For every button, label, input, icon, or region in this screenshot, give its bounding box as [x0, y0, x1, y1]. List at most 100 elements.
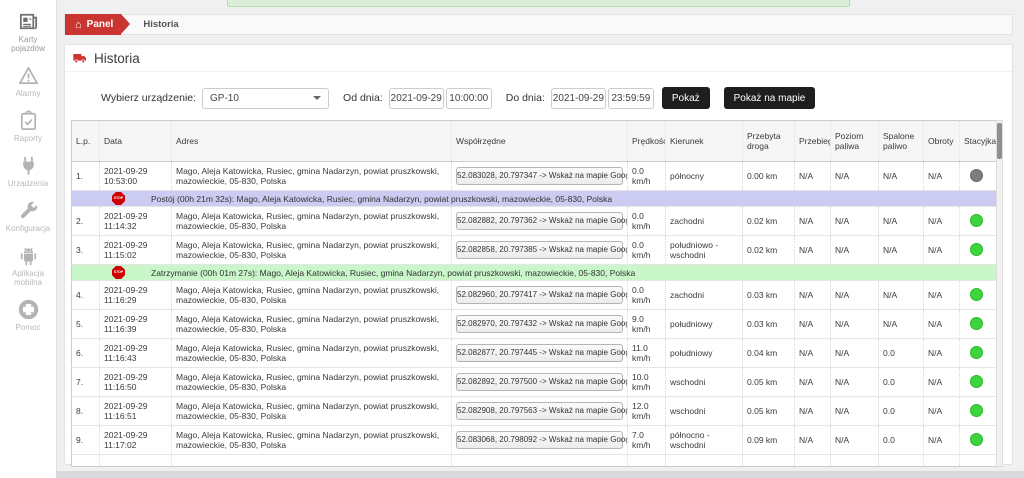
coords-map-button[interactable]: 52.082908, 20.797563 -> Wskaż na mapie G… — [456, 402, 623, 420]
column-header: Kierunek — [666, 121, 743, 162]
cell-ignition — [960, 207, 997, 236]
cell-ignition — [960, 426, 997, 455]
cell-fuel-level: N/A — [831, 339, 879, 368]
coords-map-button[interactable]: 52.082882, 20.797362 -> Wskaż na mapie G… — [456, 212, 623, 230]
cell-mileage: N/A — [795, 281, 831, 310]
cell-ignition — [960, 368, 997, 397]
history-table: L.p.DataAdresWspółrzędnePrędkośćKierunek… — [71, 120, 997, 467]
coords-map-button[interactable]: 52.083068, 20.798092 -> Wskaż na mapie G… — [456, 431, 623, 449]
from-date-input[interactable]: 2021-09-29 — [389, 88, 444, 109]
event-text: Postój (00h 21m 32s): Mago, Aleja Katowi… — [151, 194, 612, 204]
cell-coordinates: 52.082960, 20.797417 -> Wskaż na mapie G… — [452, 281, 628, 310]
from-time-input[interactable]: 10:00:00 — [446, 88, 492, 109]
table-row: 2.2021-09-29 11:14:32Mago, Aleja Katowic… — [72, 207, 997, 236]
cell-coordinates: 52.082882, 20.797362 -> Wskaż na mapie G… — [452, 207, 628, 236]
cell-date: 2021-09-29 11:17:02 — [100, 426, 172, 455]
event-text: Zatrzymanie (00h 01m 27s): Mago, Aleja K… — [151, 268, 635, 278]
coords-map-button[interactable]: 52.082858, 20.797385 -> Wskaż na mapie G… — [456, 241, 623, 259]
cell-address: Mago, Aleja Katowicka, Rusiec, gmina Nad… — [172, 397, 452, 426]
sidebar-item-mobile-app[interactable]: Aplikacja mobilna — [0, 244, 56, 287]
breadcrumb-panel-link[interactable]: ⌂ Panel — [65, 14, 121, 35]
sidebar-item-label: Urządzenia — [2, 179, 54, 188]
table-scrollbar[interactable] — [996, 120, 1003, 467]
ignition-status-dot — [970, 433, 983, 446]
cell-rpm: N/A — [924, 162, 960, 191]
cell-rpm: N/A — [924, 426, 960, 455]
cell-distance: 0.05 km — [743, 368, 795, 397]
cell-fuel-level: N/A — [831, 426, 879, 455]
cell-fuel-level: N/A — [831, 310, 879, 339]
event-cell: STOP Postój (00h 21m 32s): Mago, Aleja Ka… — [72, 191, 997, 207]
coords-map-button[interactable]: 52.082970, 20.797432 -> Wskaż na mapie G… — [456, 315, 623, 333]
cell-rpm: N/A — [924, 207, 960, 236]
cell-fuel-level: N/A — [831, 397, 879, 426]
table-row: 7.2021-09-29 11:16:50Mago, Aleja Katowic… — [72, 368, 997, 397]
cell-coordinates: 52.083028, 20.797347 -> Wskaż na mapie G… — [452, 162, 628, 191]
cell-coordinates: 52.082858, 20.797385 -> Wskaż na mapie G… — [452, 236, 628, 265]
table-row: 5.2021-09-29 11:16:39Mago, Aleja Katowic… — [72, 310, 997, 339]
cell-rpm: N/A — [924, 397, 960, 426]
cell-empty — [172, 455, 452, 467]
show-button[interactable]: Pokaż — [662, 87, 710, 109]
cell-direction: północny — [666, 162, 743, 191]
sidebar-item-configuration[interactable]: Konfiguracja — [0, 199, 56, 233]
show-on-map-button[interactable]: Pokaż na mapie — [724, 87, 816, 109]
cell-coordinates: 52.082877, 20.797445 -> Wskaż na mapie G… — [452, 339, 628, 368]
cell-lp: 1. — [72, 162, 100, 191]
cell-direction: zachodni — [666, 281, 743, 310]
panel-header: Historia — [65, 45, 1012, 72]
cell-distance: 0.02 km — [743, 236, 795, 265]
filters-bar: Wybierz urządzenie: GP-10 Od dnia: 2021-… — [83, 87, 1012, 109]
cell-fuel-used: N/A — [879, 236, 924, 265]
cell-lp: 7. — [72, 368, 100, 397]
to-time-input[interactable]: 23:59:59 — [608, 88, 654, 109]
cell-address: Mago, Aleja Katowicka, Rusiec, gmina Nad… — [172, 368, 452, 397]
cell-mileage: N/A — [795, 339, 831, 368]
sidebar-item-devices[interactable]: Urządzenia — [0, 154, 56, 188]
device-select[interactable]: GP-10 — [202, 88, 329, 109]
coords-map-button[interactable]: 52.082960, 20.797417 -> Wskaż na mapie G… — [456, 286, 623, 304]
horizontal-scrollbar[interactable] — [57, 471, 1024, 478]
sidebar-item-vehicle-cards[interactable]: Karty pojazdów — [0, 10, 56, 53]
cell-mileage: N/A — [795, 236, 831, 265]
cell-fuel-level: N/A — [831, 162, 879, 191]
event-row: STOP Postój (00h 21m 32s): Mago, Aleja Ka… — [72, 191, 997, 207]
sidebar-item-reports[interactable]: Raporty — [0, 109, 56, 143]
cell-mileage: N/A — [795, 397, 831, 426]
cell-empty — [628, 455, 666, 467]
cell-speed: 12.0 km/h — [628, 397, 666, 426]
cell-distance: 0.03 km — [743, 310, 795, 339]
coords-map-button[interactable]: 52.083028, 20.797347 -> Wskaż na mapie G… — [456, 167, 623, 185]
sidebar-item-help[interactable]: Pomoc — [0, 298, 56, 332]
column-header: L.p. — [72, 121, 100, 162]
cell-date: 2021-09-29 11:16:50 — [100, 368, 172, 397]
table-scrollbar-thumb[interactable] — [997, 123, 1002, 159]
cell-address: Mago, Aleja Katowicka, Rusiec, gmina Nad… — [172, 339, 452, 368]
to-date-input[interactable]: 2021-09-29 — [551, 88, 606, 109]
breadcrumb: ⌂ Panel Historia — [64, 14, 1013, 35]
cell-direction: południowy — [666, 339, 743, 368]
ignition-status-dot — [970, 214, 983, 227]
cell-ignition — [960, 236, 997, 265]
cell-date: 2021-09-29 11:16:51 — [100, 397, 172, 426]
cell-distance: 0.04 km — [743, 339, 795, 368]
cell-empty — [879, 455, 924, 467]
event-cell: STOP Zatrzymanie (00h 01m 27s): Mago, Ale… — [72, 265, 997, 281]
stop-icon: STOP — [112, 192, 125, 205]
cell-coordinates: 52.082970, 20.797432 -> Wskaż na mapie G… — [452, 310, 628, 339]
ignition-status-dot — [970, 169, 983, 182]
cell-fuel-used: 0.0 — [879, 368, 924, 397]
table-row: 9.2021-09-29 11:17:02Mago, Aleja Katowic… — [72, 426, 997, 455]
stop-icon: STOP — [112, 266, 125, 279]
cell-date: 2021-09-29 11:15:02 — [100, 236, 172, 265]
cell-empty — [795, 455, 831, 467]
cell-rpm: N/A — [924, 236, 960, 265]
coords-map-button[interactable]: 52.082892, 20.797500 -> Wskaż na mapie G… — [456, 373, 623, 391]
table-row: 8.2021-09-29 11:16:51Mago, Aleja Katowic… — [72, 397, 997, 426]
coords-map-button[interactable]: 52.082877, 20.797445 -> Wskaż na mapie G… — [456, 344, 623, 362]
event-row: STOP Zatrzymanie (00h 01m 27s): Mago, Ale… — [72, 265, 997, 281]
ignition-status-dot — [970, 375, 983, 388]
cell-direction: południowy — [666, 310, 743, 339]
cell-empty — [666, 455, 743, 467]
sidebar-item-alarms[interactable]: Alarmy — [0, 64, 56, 98]
